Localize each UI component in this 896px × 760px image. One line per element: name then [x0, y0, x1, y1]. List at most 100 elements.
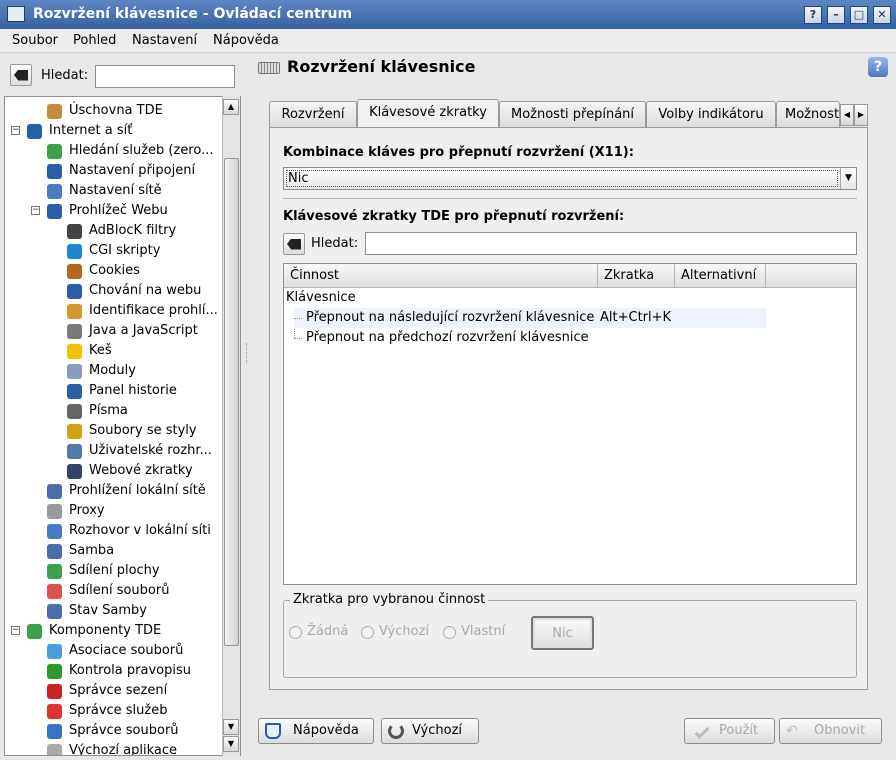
module-tree[interactable]: Úschovna TDE − Internet a síť Hledání služe… [4, 96, 241, 756]
radio-custom[interactable] [443, 626, 456, 639]
book-icon [265, 723, 281, 739]
x11-combo-value: Nic [288, 171, 309, 186]
tab-volby-indikatoru[interactable]: Volby indikátoru [646, 101, 776, 128]
tab-scroll-left-button[interactable]: ◀ [840, 104, 854, 126]
tree-item[interactable]: Hledání služeb (zero... [5, 141, 223, 161]
web-browser-icon [47, 204, 62, 219]
column-header-zkratka[interactable]: Zkratka [598, 264, 675, 288]
tree-item[interactable]: Webové zkratky [5, 461, 223, 481]
shortcut-capture-button[interactable]: Nic [531, 616, 594, 650]
apply-button[interactable]: Použít [684, 718, 775, 744]
close-button[interactable]: ✕ [873, 6, 891, 24]
tree-item[interactable]: Výchozí aplikace [5, 741, 223, 756]
tree-item[interactable]: − Komponenty TDE [5, 621, 223, 641]
tree-item[interactable]: Nastavení sítě [5, 181, 223, 201]
tree-item[interactable]: Java a JavaScript [5, 321, 223, 341]
tree-item[interactable]: Samba [5, 541, 223, 561]
defaults-button[interactable]: Výchozí [381, 718, 479, 744]
tree-item[interactable]: − Internet a síť [5, 121, 223, 141]
tree-item[interactable]: Správce služeb [5, 701, 223, 721]
column-header-alternativni[interactable]: Alternativní [675, 264, 766, 288]
tree-item[interactable]: Soubory se styly [5, 421, 223, 441]
control-center-app-icon[interactable] [7, 6, 25, 22]
tree-item[interactable]: Stav Samby [5, 601, 223, 621]
tree-item[interactable]: Panel historie [5, 381, 223, 401]
tree-item[interactable]: Proxy [5, 501, 223, 521]
clear-shortcut-search-button[interactable] [283, 233, 305, 255]
scroll-down-button-2[interactable]: ▼ [223, 736, 239, 752]
tree-item-label: AdBlocK filtry [89, 223, 177, 238]
collapse-icon[interactable]: − [31, 206, 40, 215]
help-window-button[interactable]: ? [804, 6, 822, 24]
tde-shortcuts-label: Klávesové zkratky TDE pro přepnutí rozvr… [283, 209, 625, 224]
radio-custom-label: Vlastní [461, 624, 506, 639]
maximize-button[interactable]: □ [850, 6, 868, 24]
menu-pohled[interactable]: Pohled [73, 33, 116, 48]
tree-item[interactable]: Cookies [5, 261, 223, 281]
window-titlebar[interactable]: Rozvržení klávesnice - Ovládací centrum … [0, 0, 896, 29]
scroll-down-button[interactable]: ▼ [223, 719, 239, 735]
tree-item[interactable]: Úschovna TDE [5, 101, 223, 121]
help-icon[interactable]: ? [868, 57, 888, 77]
warning-icon [67, 304, 82, 319]
tree-item[interactable]: Rozhovor v lokální síti [5, 521, 223, 541]
radio-none[interactable] [289, 626, 302, 639]
tab-rozvrzeni[interactable]: Rozvržení [269, 101, 357, 128]
tree-item[interactable]: Identifikace prohlí... [5, 301, 223, 321]
tree-item[interactable]: Sdílení plochy [5, 561, 223, 581]
list-row-next-layout[interactable]: Přepnout na následující rozvržení kláves… [294, 308, 766, 328]
tree-item[interactable]: Správce souborů [5, 721, 223, 741]
tree-item[interactable]: − Prohlížeč Webu [5, 201, 223, 221]
tree-item-label: Výchozí aplikace [69, 743, 177, 756]
menu-soubor[interactable]: Soubor [12, 33, 58, 48]
tree-item[interactable]: Moduly [5, 361, 223, 381]
tree-item[interactable]: Sdílení souborů [5, 581, 223, 601]
tree-item-label: Prohlížení lokální sítě [69, 483, 206, 498]
tree-item[interactable]: AdBlocK filtry [5, 221, 223, 241]
shortcut-search-input[interactable] [365, 232, 857, 255]
scroll-up-button[interactable]: ▲ [223, 99, 239, 115]
tab-moznost[interactable]: Možnost [776, 101, 840, 128]
panel-splitter[interactable] [244, 53, 250, 760]
list-row-previous-layout[interactable]: Přepnout na předchozí rozvržení klávesni… [294, 328, 766, 348]
tree-item[interactable]: Keš [5, 341, 223, 361]
chevron-down-icon[interactable]: ▼ [840, 168, 856, 189]
tree-item[interactable]: Nastavení připojení [5, 161, 223, 181]
radio-default[interactable] [361, 626, 374, 639]
help-button[interactable]: Nápověda [258, 718, 374, 744]
tab-klavesove-zkratky[interactable]: Klávesové zkratky [357, 99, 499, 128]
tab-moznosti-prepinani[interactable]: Možnosti přepínání [499, 101, 646, 128]
menu-nastaveni[interactable]: Nastavení [132, 33, 197, 48]
tree-item[interactable]: Uživatelské rozhr... [5, 441, 223, 461]
tree-item[interactable]: Asociace souborů [5, 641, 223, 661]
scroll-thumb[interactable] [224, 158, 239, 646]
tree-item[interactable]: CGI skripty [5, 241, 223, 261]
reset-button[interactable]: ↶ Obnovit [779, 718, 882, 744]
tree-item-label: Java a JavaScript [89, 323, 198, 338]
clear-search-button[interactable] [10, 64, 32, 86]
tree-item-label: Identifikace prohlí... [89, 303, 218, 318]
tree-item[interactable]: Chování na webu [5, 281, 223, 301]
menu-napoveda[interactable]: Nápověda [213, 33, 279, 48]
tree-item[interactable]: Písma [5, 401, 223, 421]
x11-combo[interactable]: Nic ▼ [283, 167, 857, 190]
shortcuts-list[interactable]: Činnost Zkratka Alternativní Klávesnice … [283, 263, 857, 585]
tree-item[interactable]: Správce sezení [5, 681, 223, 701]
list-group-klavesnice[interactable]: Klávesnice [286, 288, 356, 308]
sidebar-search-input[interactable] [95, 65, 235, 88]
tree-scrollbar[interactable]: ▲ ▼ ▼ [222, 96, 240, 756]
filter-icon [67, 224, 82, 239]
tree-item-label: Webové zkratky [89, 463, 193, 478]
tree-item-label: Prohlížeč Webu [69, 203, 168, 218]
minimize-button[interactable]: – [827, 6, 845, 24]
collapse-icon[interactable]: − [11, 626, 20, 635]
cube-icon [47, 724, 62, 739]
collapse-icon[interactable]: − [11, 126, 20, 135]
tree-item[interactable]: Kontrola pravopisu [5, 661, 223, 681]
tree-item[interactable]: Prohlížení lokální sítě [5, 481, 223, 501]
tree-item-label: Panel historie [89, 383, 177, 398]
java-icon [67, 324, 82, 339]
tab-scroll-right-button[interactable]: ▶ [854, 104, 868, 126]
column-header-cinnost[interactable]: Činnost [284, 264, 598, 288]
tree-item-label: Keš [89, 343, 112, 358]
